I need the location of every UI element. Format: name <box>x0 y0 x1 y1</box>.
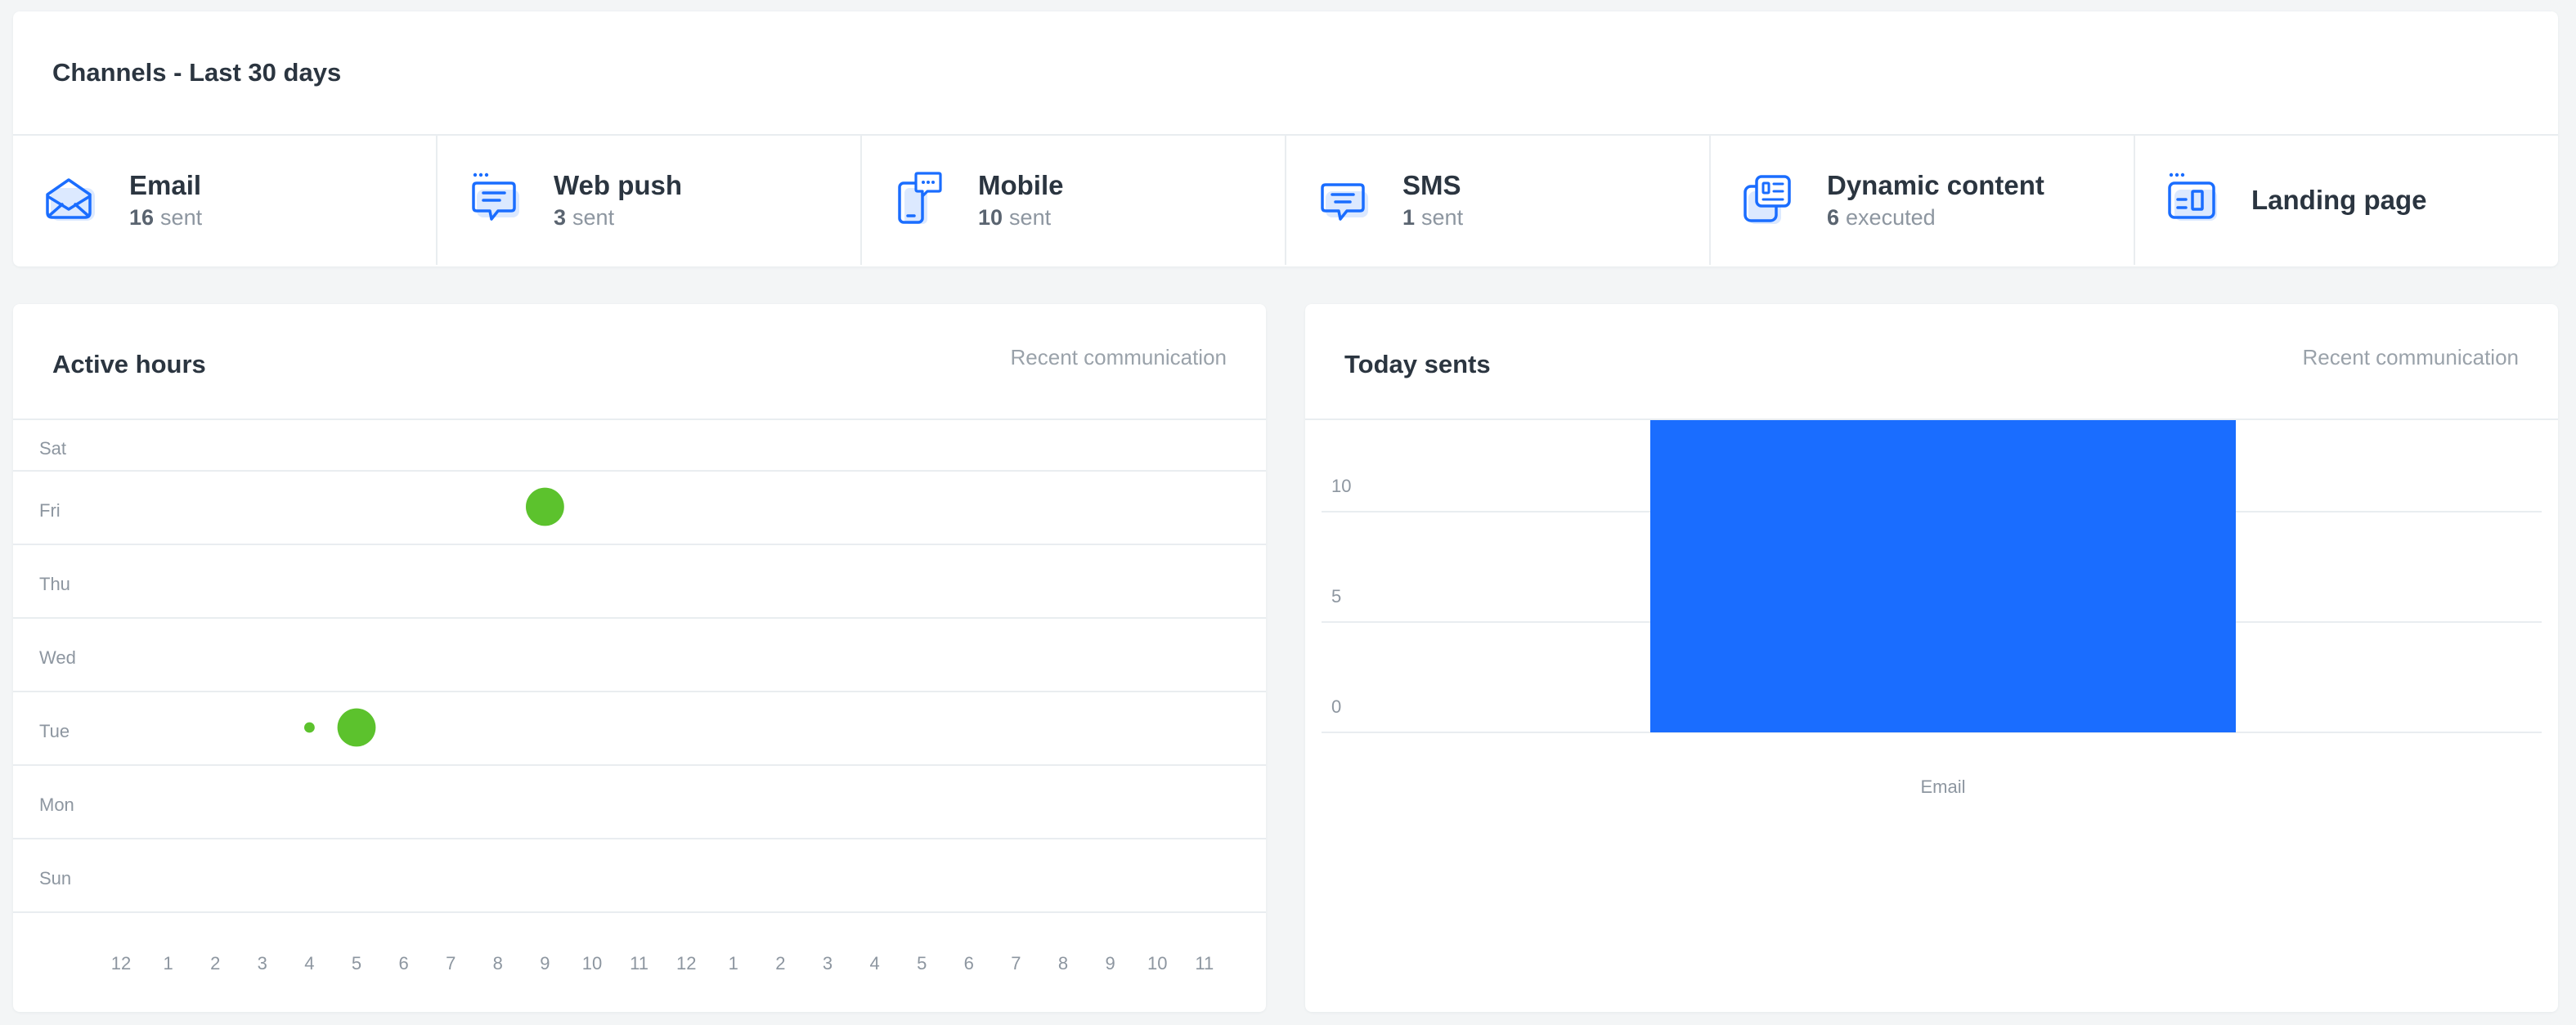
active-hours-header: Active hours Recent communication <box>13 304 1266 420</box>
today-sents-chart: 05101520Email <box>1322 420 2542 797</box>
email-icon <box>46 178 95 221</box>
x-tick-label: 6 <box>398 953 408 974</box>
channels-header: Channels - Last 30 days <box>13 11 2558 136</box>
x-tick-label: 10 <box>582 953 602 974</box>
x-tick-label: 11 <box>1195 953 1214 974</box>
channel-sms[interactable]: SMS 1 sent <box>1286 136 1711 265</box>
y-tick-label: Sat <box>39 438 66 459</box>
web-push-icon <box>472 172 519 221</box>
y-tick-label: Tue <box>39 721 70 741</box>
x-tick-label: 10 <box>1147 953 1167 974</box>
x-tick-label: 7 <box>446 953 456 974</box>
x-tick-label: 5 <box>917 953 927 974</box>
channel-unit: executed <box>1846 205 1936 230</box>
channel-dynamic-content[interactable]: Dynamic content 6 executed <box>1711 136 2135 265</box>
x-tick-label: Email <box>1920 777 1965 797</box>
data-point <box>526 487 564 526</box>
channel-name: SMS <box>1402 170 1461 200</box>
y-tick-label: 0 <box>1331 696 1341 717</box>
x-tick-label: 12 <box>111 953 131 974</box>
y-tick-label: Mon <box>39 794 74 815</box>
y-tick-label: Sun <box>39 868 71 888</box>
channel-name: Email <box>129 170 202 200</box>
x-tick-label: 9 <box>540 953 550 974</box>
y-tick-label: Wed <box>39 647 76 668</box>
x-tick-label: 5 <box>352 953 361 974</box>
today-sents-header: Today sents Recent communication <box>1305 304 2558 420</box>
channel-mobile[interactable]: Mobile 10 sent <box>862 136 1286 265</box>
x-tick-label: 6 <box>964 953 974 974</box>
channel-count: 16 <box>129 205 155 230</box>
x-tick-label: 1 <box>163 953 173 974</box>
channel-count: 10 <box>978 205 1003 230</box>
x-tick-label: 4 <box>869 953 879 974</box>
data-point <box>304 722 315 733</box>
x-tick-label: 2 <box>775 953 785 974</box>
y-tick-label: Fri <box>39 500 61 521</box>
y-tick-label: 5 <box>1331 586 1341 606</box>
channel-name: Mobile <box>978 170 1064 200</box>
x-tick-label: 3 <box>258 953 267 974</box>
channel-landing-page[interactable]: Landing page <box>2135 136 2558 265</box>
channel-unit: sent <box>1421 205 1464 230</box>
active-hours-card: Active hours Recent communication Sun Mon… <box>13 304 1266 1012</box>
bar-email <box>1650 420 2236 732</box>
x-tick-label: 11 <box>630 953 648 974</box>
channel-email[interactable]: Email 16 sent <box>13 136 438 265</box>
active-hours-title: Active hours <box>52 350 206 378</box>
landing-page-icon <box>2168 172 2217 221</box>
today-sents-card: Today sents Recent communication 0510152… <box>1305 304 2558 1012</box>
sms-icon <box>1321 183 1368 221</box>
channel-list: Email 16 sent Web push 3 sent Mobile 10 … <box>13 136 2558 265</box>
channel-name: Web push <box>554 170 683 200</box>
x-tick-label: 1 <box>729 953 738 974</box>
recent-communication-link[interactable]: Recent communication <box>2303 345 2519 370</box>
data-point <box>337 708 376 747</box>
channel-unit: sent <box>1009 205 1052 230</box>
x-tick-label: 2 <box>210 953 220 974</box>
channel-web-push[interactable]: Web push 3 sent <box>438 136 862 265</box>
dynamic-content-icon <box>1744 175 1791 224</box>
y-tick-label: Thu <box>39 574 70 594</box>
x-tick-label: 9 <box>1105 953 1115 974</box>
active-hours-chart: SunMonTueWedThuFriSat12 1 2 3 4 5 6 7 8 9 10 11 12 1 2… <box>13 438 1266 974</box>
x-tick-label: 4 <box>304 953 314 974</box>
channel-count: 6 <box>1827 205 1840 230</box>
x-tick-label: 3 <box>823 953 832 974</box>
channel-unit: sent <box>160 205 203 230</box>
x-tick-label: 12 <box>676 953 696 974</box>
channel-count: 1 <box>1402 205 1416 230</box>
channel-count: 3 <box>554 205 567 230</box>
recent-communication-link[interactable]: Recent communication <box>1011 345 1227 370</box>
channels-title: Channels - Last 30 days <box>52 58 342 87</box>
x-tick-label: 8 <box>1058 953 1068 974</box>
today-sents-title: Today sents <box>1344 350 1491 378</box>
channel-unit: sent <box>572 205 615 230</box>
y-tick-label: 10 <box>1331 476 1351 496</box>
mobile-icon <box>898 172 942 224</box>
channel-name: Landing page <box>2251 185 2427 215</box>
channels-card: Channels - Last 30 days Email 16 sent We… <box>13 11 2558 266</box>
x-tick-label: 8 <box>493 953 503 974</box>
channel-name: Dynamic content <box>1827 170 2044 200</box>
x-tick-label: 7 <box>1011 953 1021 974</box>
